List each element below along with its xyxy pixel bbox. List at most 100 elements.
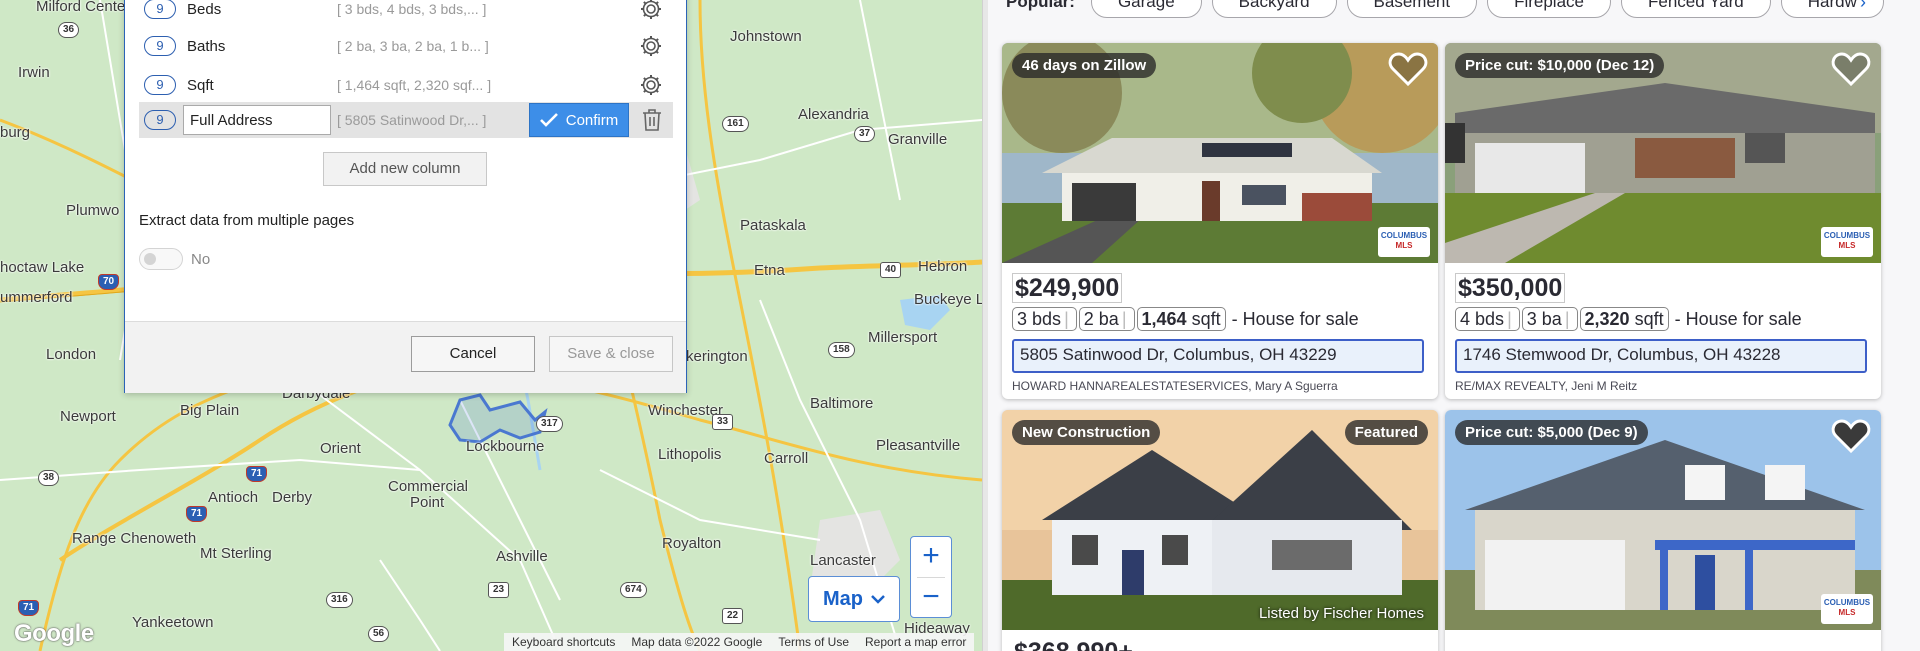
heart-icon[interactable] bbox=[1831, 51, 1871, 87]
listing-address[interactable]: 5805 Satinwood Dr, Columbus, OH 43229 bbox=[1012, 339, 1424, 373]
add-new-column-button[interactable]: Add new column bbox=[323, 152, 487, 186]
chevron-down-icon bbox=[871, 595, 885, 604]
route-shield: 38 bbox=[38, 470, 60, 486]
column-sample: [ 2 ba, 3 ba, 2 ba, 1 b... ] bbox=[337, 38, 489, 54]
zoom-control: + − bbox=[910, 536, 952, 618]
listing-tag: Price cut: $5,000 (Dec 9) bbox=[1455, 420, 1648, 445]
column-row[interactable]: 9 Beds [ 3 bds, 4 bds, 3 bds,... ] bbox=[139, 0, 673, 27]
gear-icon[interactable] bbox=[639, 34, 663, 58]
listing-info: $249,900 3 bds | 2 ba | 1,464 sqft - House… bbox=[1002, 263, 1438, 393]
beds-fact: 3 bds | bbox=[1012, 307, 1077, 331]
mls-logo: COLUMBUS MLS bbox=[1821, 227, 1873, 257]
column-name-input[interactable] bbox=[183, 105, 331, 135]
keyboard-shortcuts-link[interactable]: Keyboard shortcuts bbox=[512, 635, 615, 649]
route-shield: 37 bbox=[854, 126, 876, 142]
route-shield: 674 bbox=[620, 582, 647, 598]
map-city-label: ummerford bbox=[0, 289, 73, 306]
map-city-label: Plumwo bbox=[66, 202, 120, 219]
map-city-label: Pleasantville bbox=[876, 437, 961, 454]
column-sample: [ 3 bds, 4 bds, 3 bds,... ] bbox=[337, 1, 487, 17]
mls-logo: COLUMBUS MLS bbox=[1378, 227, 1430, 257]
filter-chip-hardwood[interactable]: Hardw bbox=[1780, 0, 1884, 18]
listing-facts: 3 bds | 2 ba | 1,464 sqft - House for sale bbox=[1012, 307, 1428, 331]
zoom-out-button[interactable]: − bbox=[911, 578, 951, 618]
sqft-fact: 2,320 sqft bbox=[1579, 307, 1669, 331]
save-close-button[interactable]: Save & close bbox=[549, 336, 673, 372]
map-city-label: Derby bbox=[272, 489, 313, 506]
heart-icon[interactable] bbox=[1831, 418, 1871, 454]
filter-chip-garage[interactable]: Garage bbox=[1090, 0, 1202, 18]
route-shield: 36 bbox=[58, 22, 80, 38]
listing-card[interactable]: Price cut: $10,000 (Dec 12) COLUMBUS MLS … bbox=[1445, 43, 1881, 399]
listing-card[interactable]: Price cut: $5,000 (Dec 9) COLUMBUS MLS bbox=[1445, 410, 1881, 651]
map-type-label: Map bbox=[823, 587, 863, 610]
map-city-label: Range Chenoweth bbox=[72, 530, 197, 547]
cancel-button[interactable]: Cancel bbox=[411, 336, 535, 372]
multi-page-title: Extract data from multiple pages bbox=[139, 212, 355, 229]
mls-logo: COLUMBUS MLS bbox=[1821, 594, 1873, 624]
listing-broker: HOWARD HANNAREALESTATESERVICES, Mary A S… bbox=[1012, 379, 1338, 393]
route-shield: 40 bbox=[880, 262, 902, 278]
listing-price: $350,000 bbox=[1455, 273, 1566, 303]
trash-icon[interactable] bbox=[641, 108, 663, 132]
listing-broker: RE/MAX REVEALTY, Jeni M Reitz bbox=[1455, 379, 1638, 393]
report-map-error-link[interactable]: Report a map error bbox=[865, 635, 966, 649]
map-city-label: Royalton bbox=[662, 535, 722, 552]
column-row-editing: 9 [ 5805 Satinwood Dr,... ] Confirm bbox=[139, 102, 673, 138]
zoom-in-button[interactable]: + bbox=[911, 537, 951, 577]
route-shield: 158 bbox=[828, 342, 855, 358]
route-shield: 23 bbox=[488, 582, 510, 598]
heart-icon[interactable] bbox=[1388, 51, 1428, 87]
baths-fact: 2 ba | bbox=[1078, 307, 1135, 331]
map-city-label: Yankeetown bbox=[132, 614, 214, 631]
column-name: Baths bbox=[187, 37, 226, 55]
filter-chip-fireplace[interactable]: Fireplace bbox=[1487, 0, 1611, 18]
map-city-label: Commercial bbox=[388, 478, 469, 495]
route-shield: 56 bbox=[368, 626, 390, 642]
map-city-label: Baltimore bbox=[810, 395, 874, 412]
map-city-label: Ashville bbox=[496, 548, 548, 565]
multi-page-toggle[interactable] bbox=[139, 248, 183, 270]
map-type-button[interactable]: Map bbox=[808, 576, 900, 622]
confirm-button[interactable]: Confirm bbox=[529, 103, 629, 137]
route-shield: 22 bbox=[722, 608, 744, 624]
column-row[interactable]: 9 Sqft [ 1,464 sqft, 2,320 sqf... ] bbox=[139, 67, 673, 103]
map-data-attribution: Map data ©2022 Google bbox=[631, 635, 763, 649]
route-shield: 161 bbox=[722, 116, 749, 132]
map-city-label: Point bbox=[410, 494, 445, 511]
listing-photo[interactable]: New Construction Featured Listed by Fisc… bbox=[1002, 410, 1438, 630]
gear-icon[interactable] bbox=[639, 0, 663, 21]
multi-page-toggle-label: No bbox=[191, 251, 211, 268]
listed-by-label: Listed by Fischer Homes bbox=[1258, 605, 1424, 622]
listing-tag: New Construction bbox=[1012, 420, 1161, 445]
map-city-label: kerington bbox=[686, 348, 748, 365]
map-city-label: Lancaster bbox=[810, 552, 876, 569]
listing-type: - House for sale bbox=[1674, 308, 1802, 329]
filter-chip-backyard[interactable]: Backyard bbox=[1211, 0, 1337, 18]
column-name: Beds bbox=[187, 0, 222, 18]
map-city-label: Antioch bbox=[208, 489, 259, 506]
chevron-right-icon[interactable]: › bbox=[1860, 0, 1866, 13]
map-city-label: London bbox=[46, 346, 97, 363]
listing-card[interactable]: New Construction Featured Listed by Fisc… bbox=[1002, 410, 1438, 651]
gear-icon[interactable] bbox=[639, 73, 663, 97]
map-city-label: Orient bbox=[320, 440, 361, 457]
column-row[interactable]: 9 Baths [ 2 ba, 3 ba, 2 ba, 1 b... ] bbox=[139, 28, 673, 64]
listing-card[interactable]: 46 days on Zillow COLUMBUS MLS $249,900 3… bbox=[1002, 43, 1438, 399]
filter-chip-fenced-yard[interactable]: Fenced Yard bbox=[1621, 0, 1771, 18]
map-city-label: Carroll bbox=[764, 450, 809, 467]
terms-link[interactable]: Terms of Use bbox=[778, 635, 849, 649]
screen: Milford Cente Irwin burg Plumwo hoctaw L… bbox=[0, 0, 1920, 651]
listing-address[interactable]: 1746 Stemwood Dr, Columbus, OH 43228 bbox=[1455, 339, 1867, 373]
listing-facts: 4 bds | 3 ba | 2,320 sqft - House for sale bbox=[1455, 307, 1871, 331]
map-city-label: Milford Cente bbox=[36, 0, 126, 15]
route-shield: 71 bbox=[18, 600, 40, 616]
filter-chip-basement[interactable]: Basement bbox=[1346, 0, 1478, 18]
listing-photo[interactable]: Price cut: $10,000 (Dec 12) COLUMBUS MLS bbox=[1445, 43, 1881, 263]
map-city-label: Irwin bbox=[18, 64, 50, 81]
listing-photo[interactable]: Price cut: $5,000 (Dec 9) COLUMBUS MLS bbox=[1445, 410, 1881, 630]
map-city-label: burg bbox=[0, 124, 31, 141]
column-count-badge: 9 bbox=[144, 36, 176, 56]
map-footer: Keyboard shortcuts Map data ©2022 Google… bbox=[504, 633, 975, 651]
listing-photo[interactable]: 46 days on Zillow COLUMBUS MLS bbox=[1002, 43, 1438, 263]
